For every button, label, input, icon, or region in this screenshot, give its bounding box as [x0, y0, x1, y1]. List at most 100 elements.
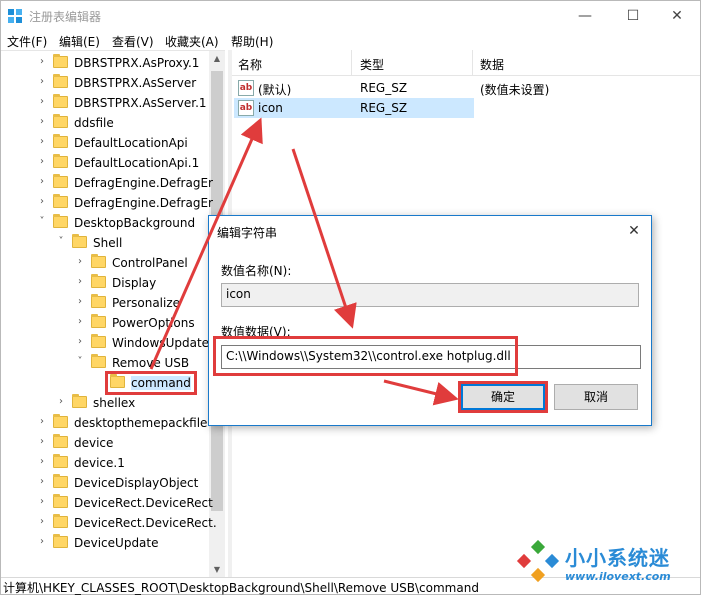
menu-favorites[interactable]: 收藏夹(A) [165, 33, 219, 50]
expand-chevron-icon[interactable]: › [37, 456, 47, 468]
expand-chevron-icon[interactable]: › [37, 536, 47, 548]
tree-item[interactable]: › DeviceUpdate [1, 533, 209, 553]
menu-view[interactable]: 查看(V) [112, 33, 154, 50]
folder-icon [72, 394, 87, 408]
tree-item-label: DeviceDisplayObject [74, 476, 199, 490]
column-type-header[interactable]: 类型 [360, 56, 384, 73]
tree-item[interactable]: › Personalize [1, 293, 209, 313]
tree-item-label: DeviceRect.DeviceRect [74, 496, 213, 510]
expand-chevron-icon[interactable]: › [37, 116, 47, 128]
scroll-up-icon[interactable]: ▲ [209, 51, 225, 67]
expand-chevron-icon[interactable]: › [37, 496, 47, 508]
collapse-chevron-icon[interactable]: ˅ [56, 236, 66, 248]
tree-item[interactable]: › DefragEngine.DefragEr [1, 193, 213, 213]
minimize-button[interactable]: — [562, 1, 608, 30]
tree-item[interactable]: › desktopthemepackfile [1, 413, 209, 433]
expand-chevron-icon[interactable]: › [37, 196, 47, 208]
tree-item[interactable]: › DefragEngine.DefragEr [1, 173, 213, 193]
expand-chevron-icon[interactable]: › [37, 96, 47, 108]
value-type: REG_SZ [360, 101, 408, 115]
column-divider[interactable] [351, 50, 352, 76]
tree-item-label: PowerOptions [112, 316, 195, 330]
expand-chevron-icon[interactable]: › [75, 276, 85, 288]
tree-item-label: device [74, 436, 114, 450]
site-watermark: 小小系统迷 www.ilovext.com [511, 536, 701, 591]
expand-chevron-icon[interactable]: › [75, 256, 85, 268]
column-name-header[interactable]: 名称 [238, 56, 262, 73]
expand-chevron-icon[interactable]: › [37, 476, 47, 488]
tree-item[interactable]: › PowerOptions [1, 313, 209, 333]
expand-chevron-icon[interactable]: › [37, 76, 47, 88]
registry-app-icon [8, 9, 22, 23]
close-button[interactable]: ✕ [654, 1, 700, 30]
expand-chevron-icon[interactable]: › [37, 436, 47, 448]
tree-item[interactable]: › DeviceRect.DeviceRect [1, 493, 213, 513]
folder-icon [53, 414, 68, 428]
tree-item[interactable]: › shellex [1, 393, 209, 413]
collapse-chevron-icon[interactable]: ˅ [37, 216, 47, 228]
menu-file[interactable]: 文件(F) [7, 33, 47, 50]
tree-item[interactable]: › ControlPanel [1, 253, 209, 273]
expand-chevron-icon[interactable]: › [37, 516, 47, 528]
tree-item[interactable]: › ddsfile [1, 113, 209, 133]
tree-item[interactable]: › Display [1, 273, 209, 293]
dialog-close-icon[interactable]: ✕ [623, 220, 645, 242]
string-value-icon: ab [238, 100, 254, 116]
tree-item[interactable]: › DeviceDisplayObject [1, 473, 209, 493]
collapse-chevron-icon[interactable]: ˅ [75, 356, 85, 368]
annotation-highlight [105, 371, 197, 395]
tree-item-label: DeviceUpdate [74, 536, 159, 550]
folder-icon [53, 454, 68, 468]
expand-chevron-icon[interactable]: › [37, 136, 47, 148]
title-bar: 注册表编辑器 — ☐ ✕ [1, 1, 700, 30]
tree-item[interactable]: › WindowsUpdate [1, 333, 209, 353]
expand-chevron-icon[interactable]: › [56, 396, 66, 408]
column-divider[interactable] [472, 50, 473, 76]
tree-item[interactable]: › device.1 [1, 453, 209, 473]
folder-icon [72, 234, 87, 248]
tree-item-label: ControlPanel [112, 256, 188, 270]
tree-item[interactable]: ˅ Remove USB [1, 353, 209, 373]
tree-item[interactable]: ˅ DesktopBackground [1, 213, 209, 233]
expand-chevron-icon[interactable]: › [37, 156, 47, 168]
folder-icon [53, 154, 68, 168]
tree-item-label: WindowsUpdate [112, 336, 210, 350]
expand-chevron-icon[interactable]: › [37, 56, 47, 68]
menu-edit[interactable]: 编辑(E) [59, 33, 100, 50]
value-name: icon [258, 101, 283, 115]
expand-chevron-icon[interactable]: › [75, 336, 85, 348]
expand-chevron-icon[interactable]: › [75, 316, 85, 328]
tree-item-label: DBRSTPRX.AsProxy.1 [74, 56, 200, 70]
tree-item[interactable]: › DBRSTPRX.AsServer.1 [1, 93, 209, 113]
tree-item-label: Shell [93, 236, 123, 250]
tree-item[interactable]: › DBRSTPRX.AsProxy.1 [1, 53, 209, 73]
cancel-button[interactable]: 取消 [554, 384, 638, 410]
scroll-down-icon[interactable]: ▼ [209, 562, 225, 577]
maximize-button[interactable]: ☐ [610, 1, 656, 30]
folder-icon [91, 334, 106, 348]
tree-item[interactable]: › DBRSTPRX.AsServer [1, 73, 209, 93]
folder-icon [53, 94, 68, 108]
expand-chevron-icon[interactable]: › [37, 176, 47, 188]
expand-chevron-icon[interactable] [94, 376, 104, 388]
expand-chevron-icon[interactable]: › [75, 296, 85, 308]
edit-string-dialog: 编辑字符串 ✕ 数值名称(N): icon 数值数据(V): C:\\Windo… [208, 215, 652, 426]
list-item[interactable]: ab (默认) REG_SZ (数值未设置) [232, 78, 700, 98]
tree-item[interactable]: › DefaultLocationApi [1, 133, 209, 153]
dialog-title: 编辑字符串 [217, 226, 278, 240]
registry-editor-window: 注册表编辑器 — ☐ ✕ 文件(F) 编辑(E) 查看(V) 收藏夹(A) 帮助… [0, 0, 701, 595]
tree-item[interactable]: › DefaultLocationApi.1 [1, 153, 209, 173]
value-type: REG_SZ [360, 81, 408, 95]
key-path: 计算机\HKEY_CLASSES_ROOT\DesktopBackground\… [3, 581, 479, 595]
folder-icon [53, 434, 68, 448]
tree-item-label: DBRSTPRX.AsServer.1 [74, 96, 207, 110]
tree-item-label: Remove USB [112, 356, 190, 370]
list-item[interactable]: ab icon REG_SZ [232, 98, 700, 118]
expand-chevron-icon[interactable]: › [37, 416, 47, 428]
tree-item[interactable]: ˅ Shell [1, 233, 209, 253]
tree-item[interactable]: › device [1, 433, 209, 453]
menu-help[interactable]: 帮助(H) [231, 33, 273, 50]
tree-item[interactable]: › DeviceRect.DeviceRect. [1, 513, 217, 533]
folder-icon [91, 274, 106, 288]
column-data-header[interactable]: 数据 [480, 56, 504, 73]
